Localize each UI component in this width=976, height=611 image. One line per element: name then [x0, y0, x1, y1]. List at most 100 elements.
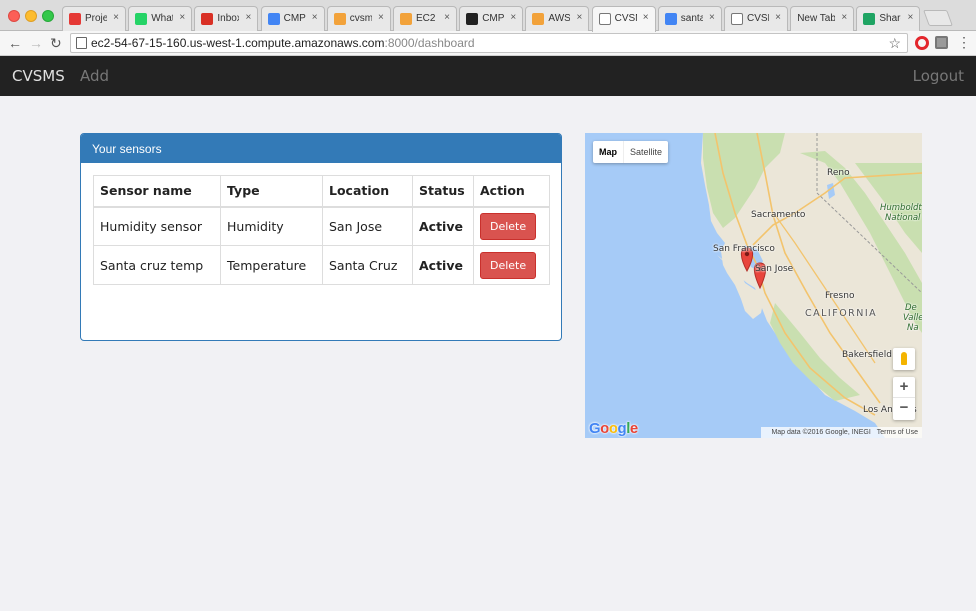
- tab-close-icon[interactable]: ×: [841, 12, 847, 23]
- tab-close-icon[interactable]: ×: [510, 12, 516, 23]
- google-logo-letter: o: [600, 420, 609, 437]
- column-header-type: Type: [220, 175, 323, 208]
- tab-close-icon[interactable]: ×: [179, 12, 185, 23]
- sensors-table: Sensor name Type Location Status Action …: [93, 175, 550, 285]
- google-drive-icon: [863, 13, 876, 25]
- browser-tab-label: CVSMS: [614, 13, 637, 24]
- browser-tab[interactable]: santa ×: [657, 6, 722, 31]
- browser-tab[interactable]: CVSMS ×: [591, 6, 656, 32]
- browser-tab-label: CMPE: [482, 13, 505, 24]
- terms-of-use-link[interactable]: Terms of Use: [877, 429, 918, 436]
- tab-close-icon[interactable]: ×: [577, 12, 583, 23]
- column-header-sensor-name: Sensor name: [93, 175, 221, 208]
- map-data-attribution: Map data ©2016 Google, INEGI: [771, 429, 871, 436]
- nav-add-link[interactable]: Add: [80, 67, 109, 85]
- table-row: Humidity sensor Humidity San Jose Active…: [93, 206, 550, 246]
- zoom-in-button[interactable]: +: [893, 377, 915, 398]
- map-type-map-button[interactable]: Map: [593, 141, 624, 163]
- brand-link[interactable]: CVSMS: [12, 67, 65, 85]
- tab-close-icon[interactable]: ×: [246, 12, 252, 23]
- url-path: :8000/dashboard: [384, 36, 475, 50]
- zoom-out-button[interactable]: −: [893, 398, 915, 419]
- aws-box-icon: [532, 13, 545, 25]
- map-type-control: Map Satellite: [593, 141, 669, 163]
- map-type-satellite-button[interactable]: Satellite: [624, 141, 668, 163]
- tab-close-icon[interactable]: ×: [312, 12, 318, 23]
- reload-icon[interactable]: ↻: [50, 35, 62, 51]
- page-info-icon[interactable]: [76, 37, 87, 49]
- page-icon: [598, 13, 611, 25]
- google-logo-letter: o: [608, 420, 618, 437]
- page-icon: [731, 13, 743, 25]
- map-label-san-francisco: San Francisco: [713, 244, 775, 254]
- map-label-na: Na: [907, 323, 919, 333]
- delete-button[interactable]: Delete: [480, 212, 537, 240]
- browser-tab-label: EC2 M: [416, 13, 438, 24]
- red-circle-icon: [69, 13, 81, 25]
- map-label-california: CALIFORNIA: [805, 308, 878, 319]
- map-canvas: [701, 133, 922, 438]
- google-logo-letter: G: [589, 420, 601, 437]
- sensor-location-cell: San Jose: [322, 206, 413, 246]
- sensor-type-cell: Temperature: [220, 245, 323, 285]
- browser-tab-label: santa: [680, 13, 703, 24]
- gmail-icon: [201, 13, 214, 25]
- map-label-death-valley: De: [905, 303, 917, 313]
- map-label-humboldt: Humboldt: [880, 203, 922, 213]
- map-label-valle: Valle: [903, 313, 922, 323]
- browser-tab[interactable]: EC2 M ×: [393, 6, 457, 31]
- new-tab-button[interactable]: [923, 10, 953, 26]
- tab-close-icon[interactable]: ×: [908, 12, 914, 23]
- browser-tab-label: CMPE: [283, 13, 306, 24]
- browser-tab[interactable]: WhatsA ×: [128, 6, 193, 31]
- column-header-action: Action: [473, 175, 550, 208]
- table-row: Santa cruz temp Temperature Santa Cruz A…: [93, 245, 550, 285]
- extension-icon[interactable]: [935, 36, 948, 49]
- browser-tab[interactable]: CMPE ×: [260, 6, 325, 31]
- browser-tab[interactable]: CMPE ×: [459, 6, 524, 31]
- opera-extension-icon[interactable]: [915, 36, 929, 50]
- browser-tab[interactable]: Projec ×: [62, 6, 126, 31]
- sensor-status-cell: Active: [412, 206, 474, 246]
- github-icon: [466, 13, 479, 25]
- browser-tab[interactable]: CVSM ×: [724, 6, 788, 31]
- map-label-fresno: Fresno: [825, 291, 855, 301]
- sensor-type-cell: Humidity: [220, 206, 323, 246]
- browser-tab[interactable]: AWS I ×: [525, 6, 590, 31]
- browser-tab[interactable]: Share ×: [856, 6, 921, 31]
- sensor-name-cell: Humidity sensor: [93, 206, 221, 246]
- window-close-button[interactable]: [8, 10, 20, 22]
- app-navbar: CVSMS Add Logout: [0, 56, 976, 96]
- google-g-icon: [664, 13, 677, 25]
- tab-close-icon[interactable]: ×: [775, 12, 781, 23]
- nav-logout-link[interactable]: Logout: [913, 67, 964, 85]
- panel-title: Your sensors: [81, 134, 561, 163]
- browser-tab[interactable]: Inbox ×: [194, 6, 259, 31]
- browser-tab-label: AWS I: [548, 13, 571, 24]
- window-minimize-button[interactable]: [25, 10, 37, 22]
- street-view-pegman-icon[interactable]: [893, 348, 915, 370]
- bookmark-star-icon[interactable]: ☆: [888, 34, 901, 52]
- tab-close-icon[interactable]: ×: [709, 12, 715, 23]
- back-arrow-icon[interactable]: ←: [8, 35, 22, 51]
- sensor-status-cell: Active: [412, 245, 474, 285]
- sensor-map[interactable]: Reno Sacramento San Francisco San Jose F…: [585, 133, 922, 438]
- tab-close-icon[interactable]: ×: [378, 12, 384, 23]
- tab-close-icon[interactable]: ×: [444, 12, 450, 23]
- browser-tab[interactable]: cvsms ×: [326, 6, 391, 31]
- browser-tab-label: New Tab: [797, 13, 836, 24]
- window-maximize-button[interactable]: [42, 10, 54, 22]
- map-label-national: National: [885, 213, 921, 223]
- browser-tab-label: Projec: [85, 13, 107, 24]
- google-logo-letter: e: [629, 420, 638, 437]
- delete-button[interactable]: Delete: [480, 251, 537, 279]
- forward-arrow-icon[interactable]: →: [29, 35, 43, 51]
- tab-close-icon[interactable]: ×: [113, 12, 119, 23]
- sensor-location-cell: Santa Cruz: [322, 245, 413, 285]
- address-bar[interactable]: ec2-54-67-15-160.us-west-1.compute.amazo…: [70, 33, 908, 53]
- browser-tab-label: cvsms: [349, 13, 372, 24]
- browser-menu-icon[interactable]: ⋮: [957, 33, 971, 51]
- tab-close-icon[interactable]: ×: [643, 12, 649, 23]
- column-header-location: Location: [322, 175, 413, 208]
- browser-tab[interactable]: New Tab ×: [790, 6, 855, 31]
